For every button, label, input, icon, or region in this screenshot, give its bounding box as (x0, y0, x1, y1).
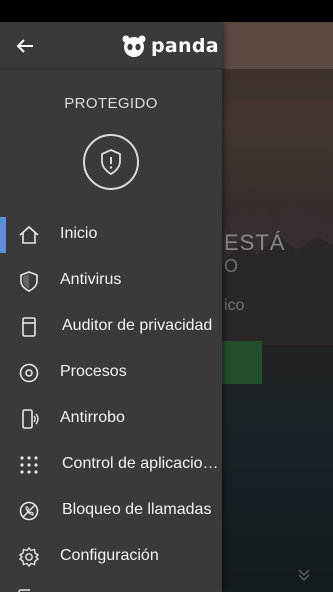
partial-icon (18, 589, 32, 592)
menu-item-label: Bloqueo de llamadas (62, 501, 212, 518)
menu-item-label: Procesos (60, 363, 127, 380)
menu-item-label: Antirrobo (60, 409, 125, 426)
menu-item-label: Control de aplicaciones (62, 455, 220, 472)
protection-status-badge (83, 134, 139, 190)
menu-item-inicio[interactable]: Inicio (0, 212, 222, 258)
anti-theft-icon (22, 409, 39, 429)
menu-item-label: Auditor de privacidad (62, 317, 213, 334)
active-indicator (0, 217, 6, 253)
status-bar (0, 0, 333, 22)
app-control-icon (20, 456, 38, 474)
protection-status-label: PROTEGIDO (64, 95, 158, 112)
arrow-left-icon (16, 39, 33, 53)
call-blocking-icon (19, 501, 39, 521)
panda-logo-icon (122, 35, 146, 57)
menu-item-partial (0, 582, 222, 592)
menu-item-label: Inicio (60, 225, 98, 242)
settings-icon (18, 546, 40, 568)
menu-item-antivirus[interactable]: Antivirus (0, 258, 222, 304)
menu-item-procesos[interactable]: Procesos (0, 350, 222, 396)
privacy-auditor-icon (22, 317, 36, 337)
menu-item-label: Configuración (60, 547, 159, 564)
logo-wordmark: panda (151, 35, 219, 57)
menu-item-auditor-de-privacidad[interactable]: Auditor de privacidad (0, 304, 222, 350)
drawer-scrim[interactable] (222, 22, 333, 592)
panda-logo: panda (121, 33, 219, 59)
menu-item-bloqueo-de-llamadas[interactable]: Bloqueo de llamadas (0, 488, 222, 534)
processes-icon (19, 363, 39, 383)
menu-item-control-de-aplicaciones[interactable]: Control de aplicaciones (0, 442, 222, 488)
drawer-header: panda (0, 22, 222, 69)
shield-icon (20, 271, 38, 292)
shield-alert-icon (101, 149, 121, 175)
drawer-menu: Inicio Antivirus Auditor de privacidad P… (0, 212, 222, 580)
menu-item-configuracion[interactable]: Configuración (0, 534, 222, 580)
menu-item-label: Antivirus (60, 271, 122, 288)
back-button[interactable] (12, 33, 38, 59)
home-icon (19, 225, 39, 244)
navigation-drawer: panda PROTEGIDO Inicio Antivirus Auditor… (0, 22, 222, 592)
menu-item-antirrobo[interactable]: Antirrobo (0, 396, 222, 442)
